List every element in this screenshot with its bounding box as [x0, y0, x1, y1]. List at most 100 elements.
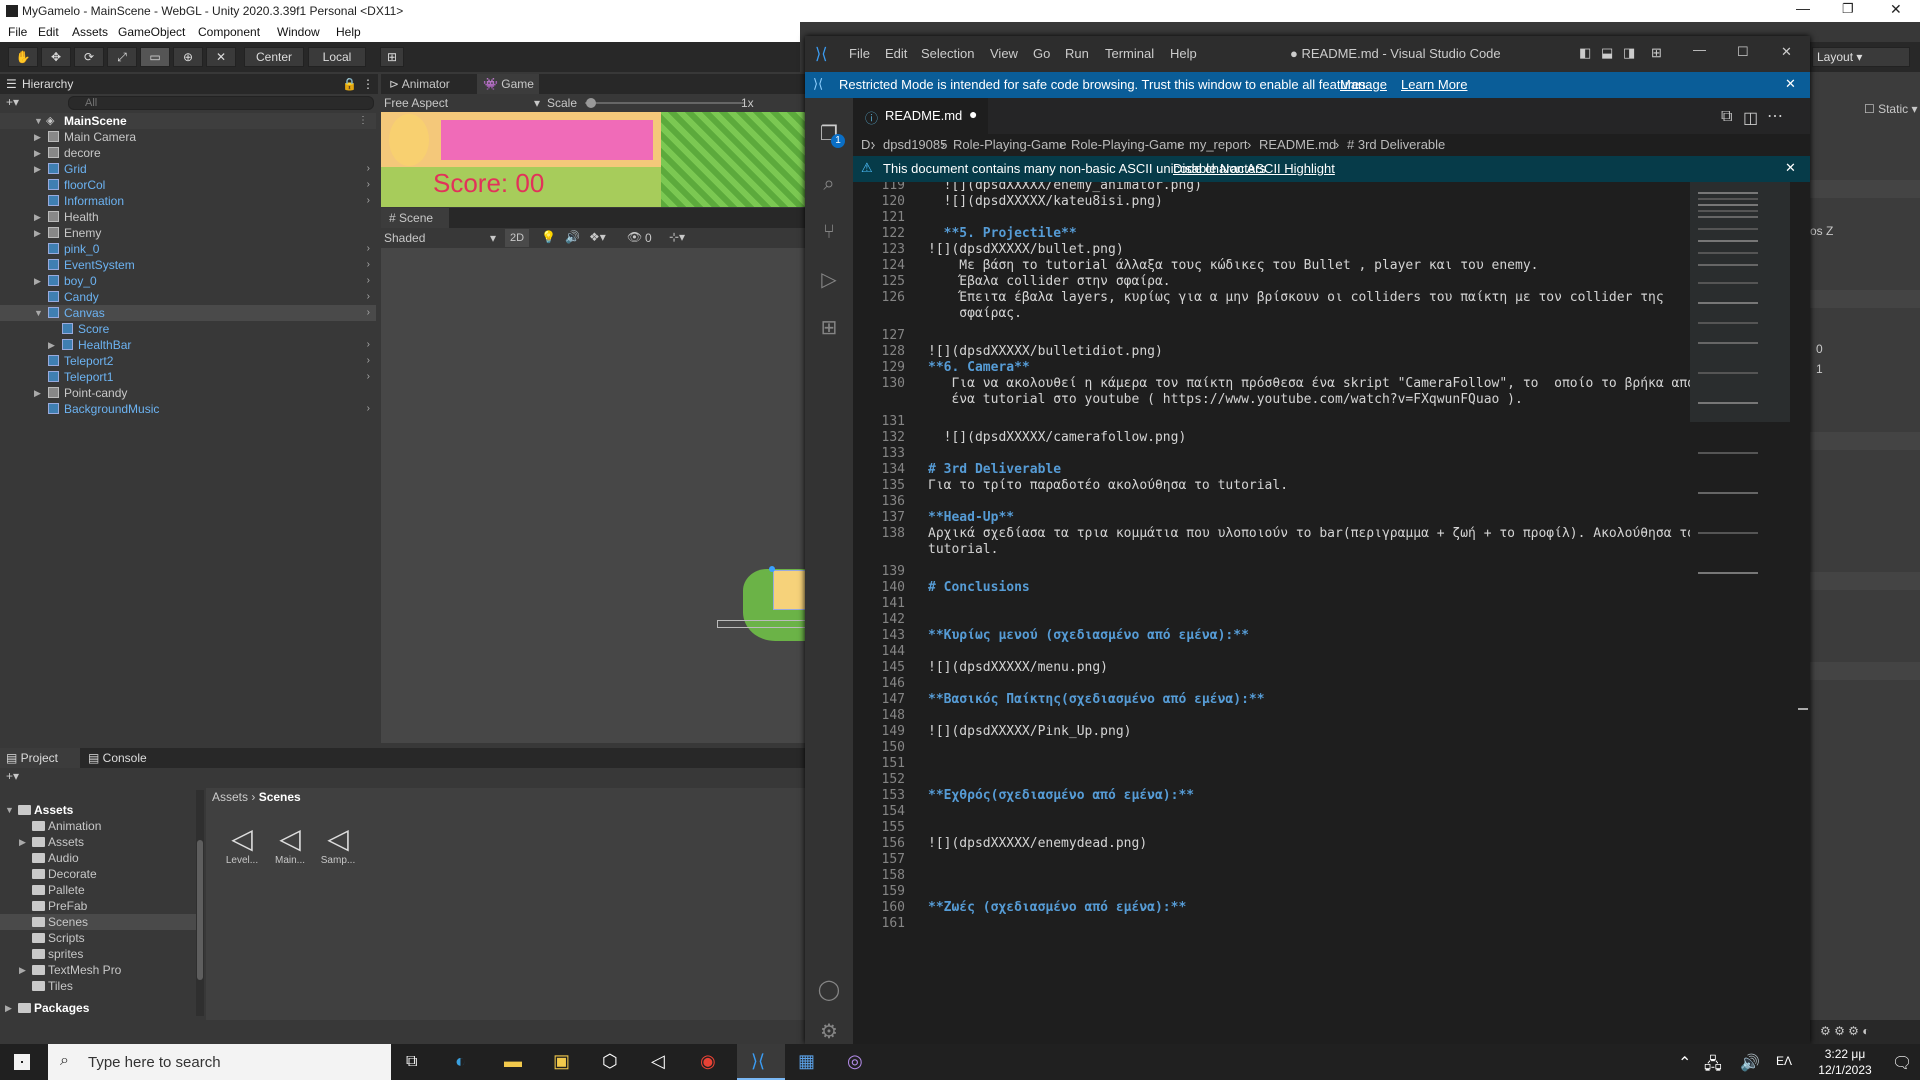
project-folder[interactable]: Scripts: [0, 930, 196, 946]
scale-slider[interactable]: [585, 102, 745, 104]
search-icon[interactable]: ⌕: [817, 172, 841, 196]
hierarchy-item[interactable]: EventSystem ›: [0, 257, 376, 273]
tab-game[interactable]: 👾 Game: [477, 74, 539, 94]
hierarchy-item[interactable]: ▼ Canvas ›: [0, 305, 376, 321]
code-line[interactable]: Για να ακολουθεί η κάμερα τον παίκτη πρό…: [928, 376, 1695, 391]
vs-menu-selection[interactable]: Selection: [921, 46, 974, 61]
breadcrumb-item[interactable]: my_report: [1189, 137, 1248, 152]
code-line[interactable]: Έπειτα έβαλα layers, κυρίως για α μην βρ…: [928, 290, 1663, 305]
menu-edit[interactable]: Edit: [38, 25, 59, 39]
code-line[interactable]: # 3rd Deliverable: [928, 462, 1061, 477]
prefab-chevron-icon[interactable]: ›: [367, 273, 370, 289]
split-editor-icon[interactable]: ◫: [1743, 108, 1758, 128]
file-sample[interactable]: ◁ Samp...: [318, 822, 358, 866]
tab-readme[interactable]: ⓘ README.md ●: [853, 98, 988, 134]
code-line[interactable]: ![](dpsdXXXXX/kateu8isi.png): [928, 194, 1163, 209]
code-line[interactable]: **Ζωές (σχεδιασμένο από εμένα):**: [928, 900, 1186, 915]
prefab-chevron-icon[interactable]: ›: [367, 353, 370, 369]
vs-menu-run[interactable]: Run: [1065, 46, 1089, 61]
unity-hub-icon[interactable]: ⬡: [602, 1051, 618, 1072]
chrome-icon[interactable]: ◉: [700, 1051, 716, 1072]
customize-layout-icon[interactable]: ⊞: [1651, 45, 1662, 61]
file-level[interactable]: ◁ Level...: [222, 822, 262, 866]
vs-menu-help[interactable]: Help: [1170, 46, 1197, 61]
rect-tool-icon[interactable]: ▭: [140, 47, 170, 67]
code-line[interactable]: **Head-Up**: [928, 510, 1014, 525]
vscode-taskbar-button[interactable]: ⟩⟨: [737, 1044, 785, 1080]
expand-arrow-icon[interactable]: ▶: [34, 209, 41, 225]
hierarchy-item[interactable]: pink_0 ›: [0, 241, 376, 257]
file-explorer-icon[interactable]: ▬: [504, 1051, 522, 1072]
code-line[interactable]: ![](dpsdXXXXX/camerafollow.png): [928, 430, 1187, 445]
learn-more-link[interactable]: Learn More: [1401, 77, 1467, 92]
project-folder[interactable]: Animation: [0, 818, 196, 834]
custom-tool-icon[interactable]: ✕: [206, 47, 236, 67]
tab-console[interactable]: ▤ Console: [88, 751, 147, 765]
scrollbar-thumb[interactable]: [197, 840, 203, 980]
expand-arrow-icon[interactable]: ▶: [34, 385, 41, 401]
open-preview-icon[interactable]: ⧉: [1721, 108, 1732, 126]
code-line[interactable]: ![](dpsdXXXXX/enemydead.png): [928, 836, 1147, 851]
hierarchy-item[interactable]: ▶ boy_0 ›: [0, 273, 376, 289]
project-scrollbar[interactable]: [196, 790, 204, 1016]
packages-root[interactable]: ▶ Packages: [0, 1000, 196, 1016]
scene-viewport[interactable]: [381, 248, 805, 743]
expand-arrow-icon[interactable]: ▶: [34, 129, 41, 145]
vs-close-icon[interactable]: ✕: [1781, 44, 1792, 60]
project-folder[interactable]: Pallete: [0, 882, 196, 898]
project-add-icon[interactable]: +▾: [6, 769, 19, 783]
code-line[interactable]: **6. Camera**: [928, 360, 1030, 375]
rotate-tool-icon[interactable]: ⟳: [74, 47, 104, 67]
hidden-objects-icon[interactable]: 👁: [627, 230, 642, 244]
assets-root[interactable]: ▼ Assets: [0, 802, 196, 818]
move-tool-icon[interactable]: ✥: [41, 47, 71, 67]
hierarchy-item[interactable]: ▶ Health: [0, 209, 376, 225]
vs-menu-view[interactable]: View: [990, 46, 1018, 61]
source-control-icon[interactable]: ⑂: [817, 220, 841, 244]
volume-icon[interactable]: 🔊: [1740, 1053, 1760, 1073]
aspect-dropdown[interactable]: Free Aspect ▾: [384, 96, 540, 110]
task-view-icon[interactable]: ⧉: [406, 1053, 417, 1071]
run-debug-icon[interactable]: ▷: [817, 268, 841, 292]
menu-component[interactable]: Component: [198, 25, 260, 39]
clock[interactable]: 3:22 μμ 12/1/2023: [1812, 1046, 1878, 1078]
anchor-handle[interactable]: [769, 566, 775, 572]
code-line[interactable]: Για το τρίτο παραδοτέο ακολούθησα το tut…: [928, 478, 1288, 493]
prefab-chevron-icon[interactable]: ›: [367, 289, 370, 305]
extensions-icon[interactable]: ⊞: [817, 316, 841, 340]
expand-arrow-icon[interactable]: ▶: [34, 161, 41, 177]
project-folder[interactable]: Tiles: [0, 978, 196, 994]
toggle-sidebar-icon[interactable]: ◧: [1579, 45, 1591, 61]
code-line[interactable]: ![](dpsdXXXXX/Pink_Up.png): [928, 724, 1132, 739]
expand-arrow-icon[interactable]: ▶: [48, 337, 55, 353]
taskbar-search[interactable]: ⌕ Type here to search: [48, 1044, 391, 1080]
expand-arrow-icon[interactable]: ▶: [34, 145, 41, 161]
minimap-slider[interactable]: [1690, 182, 1790, 422]
audio-icon[interactable]: 🔊: [565, 230, 580, 244]
prefab-chevron-icon[interactable]: ›: [367, 177, 370, 193]
hierarchy-item[interactable]: ▶ HealthBar ›: [0, 337, 376, 353]
prefab-chevron-icon[interactable]: ›: [367, 193, 370, 209]
code-line[interactable]: ένα tutorial στο youtube ( https://www.y…: [928, 392, 1522, 407]
unity-editor-icon[interactable]: ◁: [651, 1051, 665, 1072]
tab-animator[interactable]: ⊳ Animator: [389, 77, 450, 91]
prefab-chevron-icon[interactable]: ›: [367, 161, 370, 177]
hand-tool-icon[interactable]: ✋: [8, 47, 38, 67]
more-actions-icon[interactable]: ⋯: [1767, 106, 1783, 126]
hierarchy-item[interactable]: floorCol ›: [0, 177, 376, 193]
menu-help[interactable]: Help: [336, 25, 361, 39]
menu-gameobject[interactable]: GameObject: [118, 25, 185, 39]
layout-dropdown[interactable]: Layout ▾: [1812, 47, 1910, 67]
scale-tool-icon[interactable]: ⤢: [107, 47, 137, 67]
code-line[interactable]: ![](dpsdXXXXX/menu.png): [928, 660, 1108, 675]
language-indicator[interactable]: ΕΛ: [1776, 1054, 1792, 1068]
breadcrumb-item[interactable]: README.md: [1259, 137, 1336, 152]
close-icon[interactable]: ✕: [1890, 1, 1902, 18]
notifications-icon[interactable]: 🗨: [1892, 1053, 1912, 1073]
code-line[interactable]: ![](dpsdXXXXX/bulletidiot.png): [928, 344, 1163, 359]
manage-link[interactable]: Manage: [1340, 77, 1387, 92]
breadcrumb-item[interactable]: Role-Playing-Game: [1071, 137, 1184, 152]
vs-maximize-icon[interactable]: ☐: [1737, 44, 1749, 60]
scene-row[interactable]: ▼ ◈ MainScene ⋮: [0, 113, 376, 129]
hierarchy-item[interactable]: ▶ Main Camera: [0, 129, 376, 145]
